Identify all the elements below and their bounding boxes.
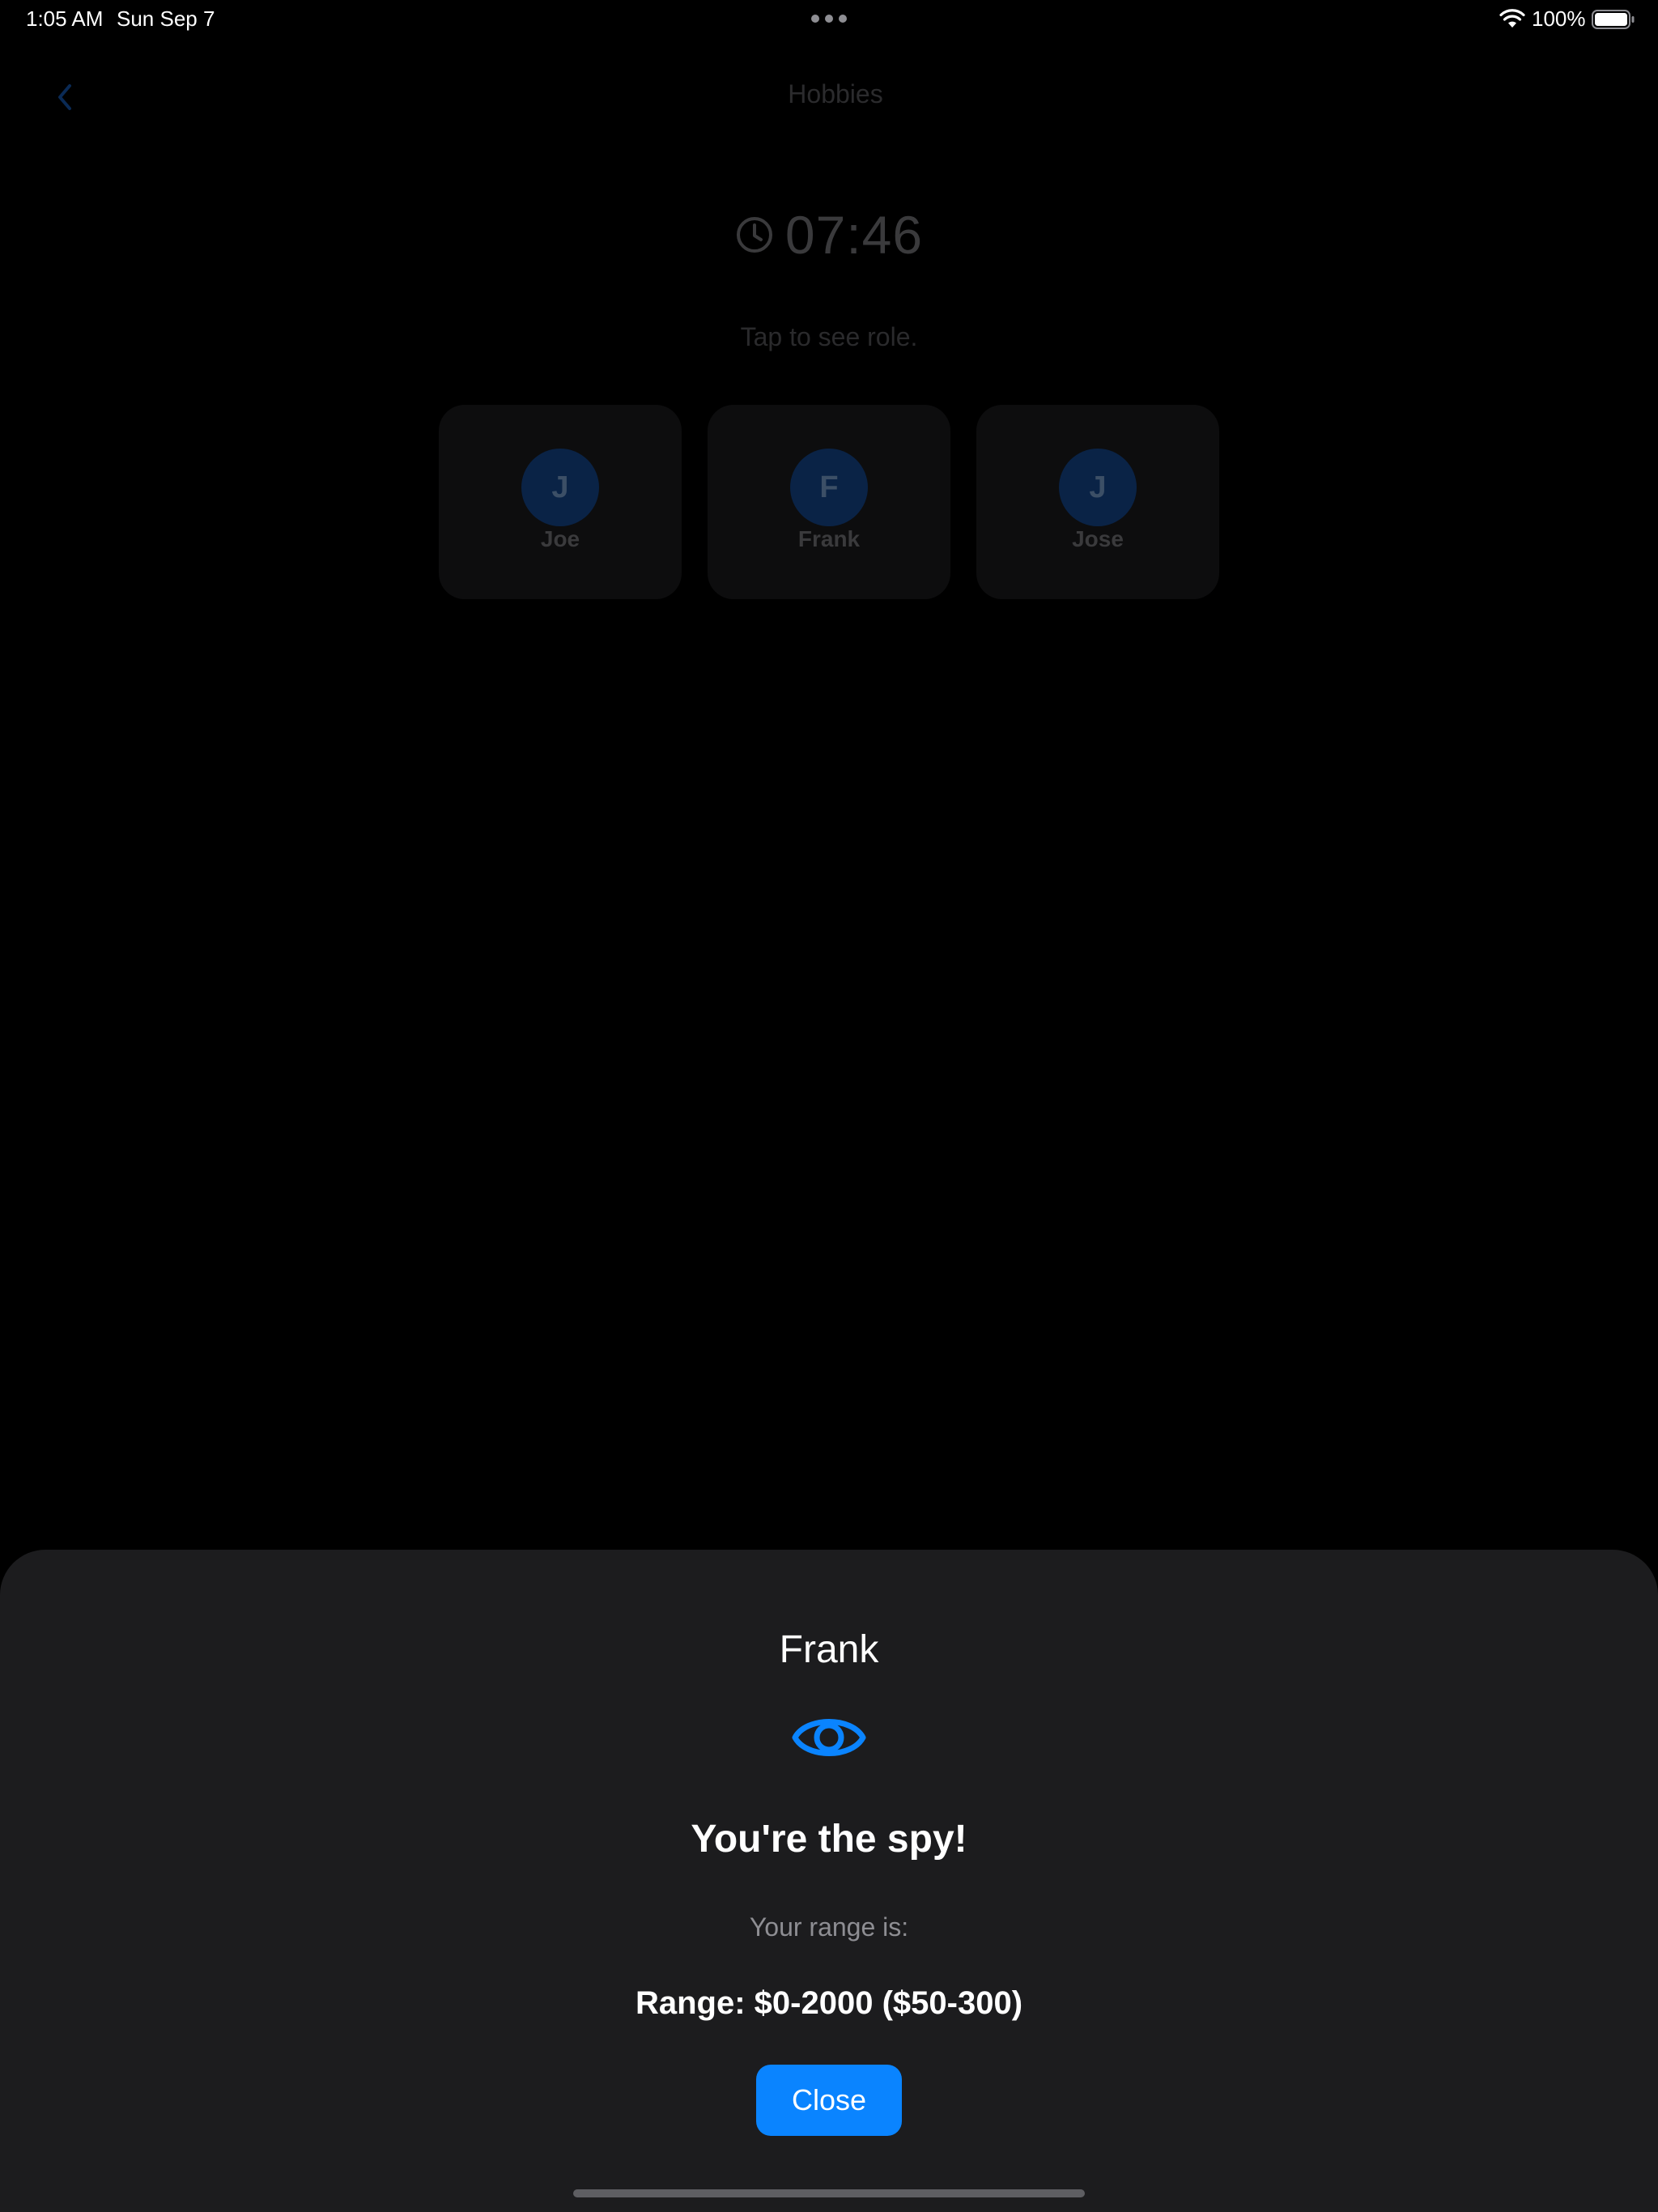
role-sheet: Frank You're the spy! Your range is: Ran… [0, 1550, 1658, 2212]
avatar: J [1059, 449, 1137, 526]
clock-icon [736, 217, 772, 253]
range-value: Range: $0-2000 ($50-300) [635, 1985, 1023, 2021]
player-name: Jose [1072, 526, 1124, 551]
player-grid: J Joe F Frank J Jose [439, 405, 1219, 599]
range-label: Your range is: [749, 1912, 909, 1942]
avatar: J [521, 449, 599, 526]
tap-hint: Tap to see role. [740, 322, 918, 351]
role-title: You're the spy! [691, 1818, 967, 1861]
multitask-dots-icon[interactable] [811, 15, 847, 23]
battery-icon [1592, 10, 1635, 29]
eye-icon [792, 1719, 866, 1756]
player-name: Joe [540, 526, 580, 551]
timer: 07:46 [0, 204, 1658, 266]
player-card-frank[interactable]: F Frank [708, 405, 950, 599]
page-title: Hobbies [788, 79, 883, 108]
battery-percentage: 100% [1532, 6, 1586, 31]
close-button[interactable]: Close [756, 2065, 902, 2136]
timer-value: 07:46 [784, 205, 924, 265]
status-bar: 1:05 AM Sun Sep 7 100% [0, 0, 1658, 39]
sheet-player-name: Frank [779, 1628, 879, 1671]
player-card-joe[interactable]: J Joe [439, 405, 682, 599]
status-date: Sun Sep 7 [117, 6, 215, 31]
player-card-jose[interactable]: J Jose [976, 405, 1219, 599]
home-indicator[interactable] [573, 2189, 1085, 2197]
avatar: F [790, 449, 868, 526]
status-time: 1:05 AM [26, 6, 104, 31]
player-name: Frank [797, 526, 861, 551]
wifi-icon [1499, 9, 1525, 28]
